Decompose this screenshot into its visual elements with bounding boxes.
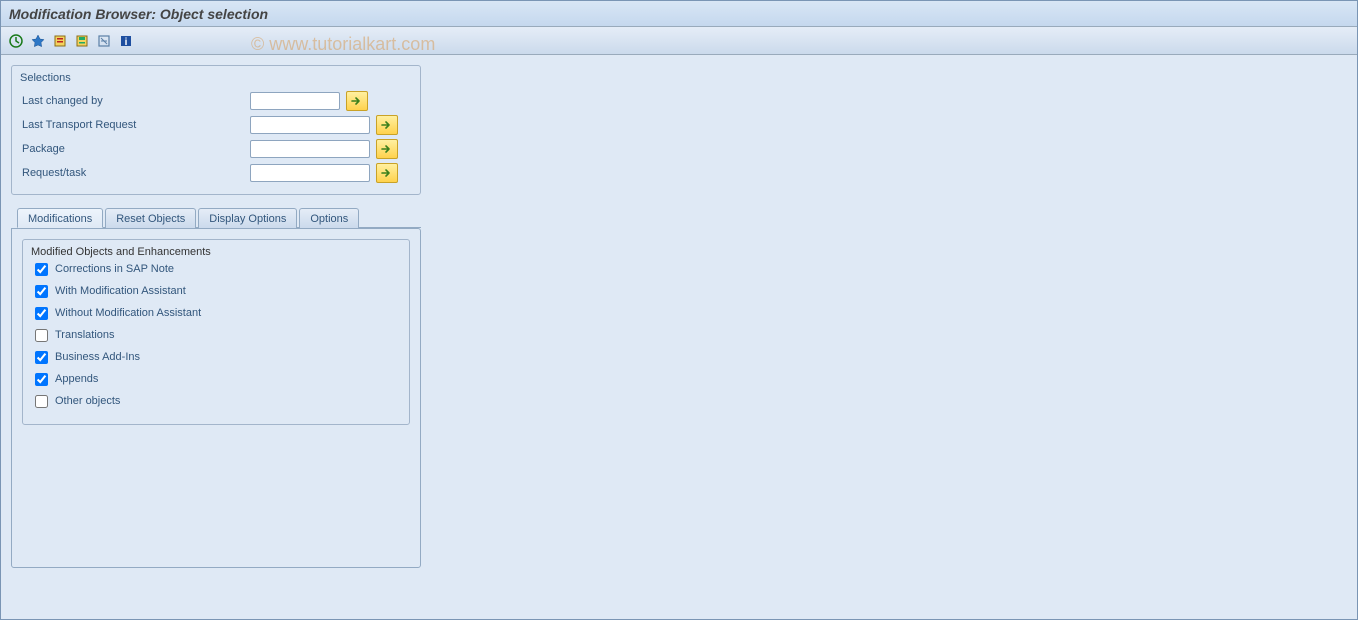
multiple-selection-button[interactable] bbox=[376, 163, 398, 183]
selection-row: Request/task bbox=[20, 162, 412, 184]
selection-input[interactable] bbox=[250, 116, 370, 134]
checkbox-row: With Modification Assistant bbox=[31, 280, 401, 302]
arrow-right-icon bbox=[381, 120, 393, 130]
multiple-selection-button[interactable] bbox=[376, 139, 398, 159]
checkbox-row: Corrections in SAP Note bbox=[31, 258, 401, 280]
tabstrip: ModificationsReset ObjectsDisplay Option… bbox=[11, 207, 421, 568]
checkbox-translations[interactable] bbox=[35, 329, 48, 342]
checkbox-appends[interactable] bbox=[35, 373, 48, 386]
checkbox-label: Without Modification Assistant bbox=[55, 307, 201, 319]
selection-input[interactable] bbox=[250, 92, 340, 110]
checkbox-with-modification-assistant[interactable] bbox=[35, 285, 48, 298]
selections-title: Selections bbox=[20, 72, 412, 84]
checkbox-business-add-ins[interactable] bbox=[35, 351, 48, 364]
selection-label: Last changed by bbox=[20, 95, 250, 107]
tabs: ModificationsReset ObjectsDisplay Option… bbox=[17, 207, 421, 228]
selection-row: Package bbox=[20, 138, 412, 160]
svg-text:i: i bbox=[125, 37, 128, 48]
multiple-selection-button[interactable] bbox=[376, 115, 398, 135]
selection-row: Last changed by bbox=[20, 90, 412, 112]
tab-modifications[interactable]: Modifications bbox=[17, 208, 103, 228]
titlebar: Modification Browser: Object selection bbox=[1, 1, 1357, 27]
page-title: Modification Browser: Object selection bbox=[9, 6, 268, 22]
checkbox-row: Appends bbox=[31, 368, 401, 390]
checkbox-without-modification-assistant[interactable] bbox=[35, 307, 48, 320]
checkbox-label: Other objects bbox=[55, 395, 120, 407]
selection-label: Request/task bbox=[20, 167, 250, 179]
selection-input[interactable] bbox=[250, 140, 370, 158]
tab-modifications-body: Modified Objects and Enhancements Correc… bbox=[11, 228, 421, 568]
selection-label: Package bbox=[20, 143, 250, 155]
checkbox-other-objects[interactable] bbox=[35, 395, 48, 408]
selection-input[interactable] bbox=[250, 164, 370, 182]
checkbox-row: Translations bbox=[31, 324, 401, 346]
tab-options[interactable]: Options bbox=[299, 208, 359, 228]
selection-row: Last Transport Request bbox=[20, 114, 412, 136]
selection-label: Last Transport Request bbox=[20, 119, 250, 131]
modified-objects-title: Modified Objects and Enhancements bbox=[31, 246, 211, 258]
multiple-selection-button[interactable] bbox=[346, 91, 368, 111]
modified-objects-group: Modified Objects and Enhancements Correc… bbox=[22, 239, 410, 425]
checkbox-row: Business Add-Ins bbox=[31, 346, 401, 368]
info-icon[interactable]: i bbox=[117, 32, 135, 50]
selections-group: Selections Last changed by Last Transport… bbox=[11, 65, 421, 195]
variant-icon[interactable] bbox=[29, 32, 47, 50]
tab-display-options[interactable]: Display Options bbox=[198, 208, 297, 228]
tab-reset-objects[interactable]: Reset Objects bbox=[105, 208, 196, 228]
checkbox-label: Appends bbox=[55, 373, 98, 385]
arrow-right-icon bbox=[351, 96, 363, 106]
get-variant-icon[interactable] bbox=[51, 32, 69, 50]
arrow-right-icon bbox=[381, 168, 393, 178]
arrow-right-icon bbox=[381, 144, 393, 154]
execute-icon[interactable] bbox=[7, 32, 25, 50]
delete-variant-icon[interactable] bbox=[95, 32, 113, 50]
checkbox-label: With Modification Assistant bbox=[55, 285, 186, 297]
checkbox-row: Without Modification Assistant bbox=[31, 302, 401, 324]
toolbar: i bbox=[1, 27, 1357, 55]
checkbox-label: Corrections in SAP Note bbox=[55, 263, 174, 275]
save-variant-icon[interactable] bbox=[73, 32, 91, 50]
checkbox-corrections-in-sap-note[interactable] bbox=[35, 263, 48, 276]
checkbox-row: Other objects bbox=[31, 390, 401, 412]
checkbox-label: Business Add-Ins bbox=[55, 351, 140, 363]
checkbox-label: Translations bbox=[55, 329, 115, 341]
